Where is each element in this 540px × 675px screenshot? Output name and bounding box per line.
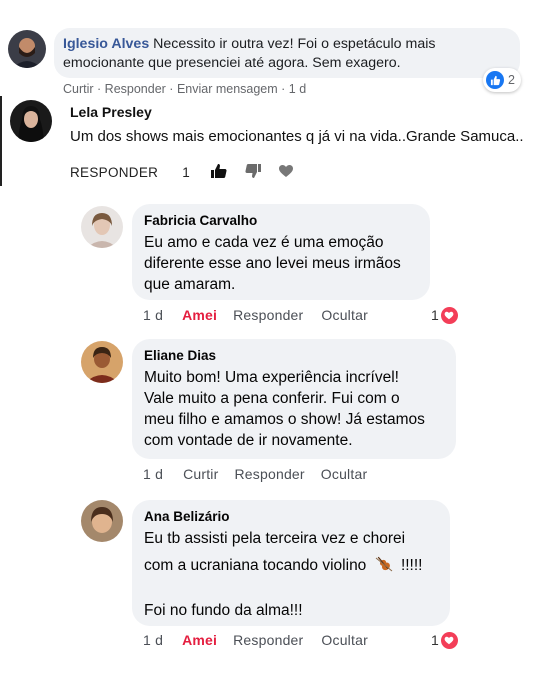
reply-line: Foi no fundo da alma!!! xyxy=(144,602,303,619)
reply-bubble: Eliane Dias Muito bom! Uma experiência i… xyxy=(132,339,456,459)
timestamp[interactable]: 1 d xyxy=(143,307,163,323)
timestamp[interactable]: 1 d xyxy=(143,466,163,482)
avatar-ana[interactable] xyxy=(81,500,123,542)
reply-line: Eu amo e cada vez é uma emoção xyxy=(144,234,384,251)
reply-exclamations: !!!!! xyxy=(400,557,423,574)
timestamp[interactable]: 1 d xyxy=(289,82,306,96)
reply-actions: 1 d Amei Responder Ocultar xyxy=(143,306,368,324)
comment-body: Um dos shows mais emocionantes q já vi n… xyxy=(70,128,524,145)
love-button[interactable]: Amei xyxy=(182,632,217,648)
reply-bubble: Ana Belizário Eu tb assisti pela terceir… xyxy=(132,500,450,626)
reaction-count: 2 xyxy=(508,73,515,87)
reply-body: Eu amo e cada vez é uma emoção diferente… xyxy=(144,232,418,295)
reaction-count: 1 xyxy=(431,307,439,323)
avatar-eliane[interactable] xyxy=(81,341,123,383)
reaction-summary[interactable]: 1 xyxy=(431,306,458,324)
reply-link[interactable]: Responder xyxy=(234,466,304,482)
reply-line: diferente esse ano levei meus irmãos xyxy=(144,255,401,272)
reply-line-with-emoji: com a ucraniana tocando violino !!!!! xyxy=(144,555,438,579)
reply-actions: 1 d Curtir Responder Ocultar xyxy=(143,465,367,483)
like-count: 1 xyxy=(182,164,190,180)
reply-author[interactable]: Fabricia Carvalho xyxy=(144,213,418,228)
send-message-link[interactable]: Enviar mensagem xyxy=(177,82,278,96)
comment-divider xyxy=(0,96,2,186)
avatar-lela[interactable] xyxy=(10,100,52,142)
comment-actions: RESPONDER 1 xyxy=(70,163,294,181)
reaction-summary[interactable]: 2 xyxy=(483,68,521,92)
reply-line: Vale muito a pena conferir. Fui com o xyxy=(144,390,400,407)
avatar-iglesio[interactable] xyxy=(8,30,46,68)
love-reaction-icon xyxy=(440,306,458,324)
hide-link[interactable]: Ocultar xyxy=(321,307,368,323)
comment-actions: Curtir · Responder · Enviar mensagem · 1… xyxy=(63,82,307,96)
like-link[interactable]: Curtir xyxy=(63,82,94,96)
comment-text: Iglesio Alves Necessito ir outra vez! Fo… xyxy=(63,35,493,73)
reply-body: Eu tb assisti pela terceira vez e chorei… xyxy=(144,528,438,621)
reply-button[interactable]: RESPONDER xyxy=(70,165,158,180)
reply-author[interactable]: Ana Belizário xyxy=(144,509,438,524)
reply-bubble: Fabricia Carvalho Eu amo e cada vez é um… xyxy=(132,204,430,300)
reaction-summary[interactable]: 1 xyxy=(431,631,458,649)
hide-link[interactable]: Ocultar xyxy=(321,632,368,648)
reply-line: com vontade de ir novamente. xyxy=(144,432,353,449)
reply-body: Muito bom! Uma experiência incrível! Val… xyxy=(144,367,444,451)
comment-author[interactable]: Lela Presley xyxy=(70,104,152,120)
timestamp[interactable]: 1 d xyxy=(143,632,163,648)
heart-icon[interactable] xyxy=(278,164,294,181)
violin-icon xyxy=(374,555,394,579)
reply-line: Muito bom! Uma experiência incrível! xyxy=(144,369,399,386)
reply-link[interactable]: Responder xyxy=(105,82,166,96)
reply-line xyxy=(144,579,438,600)
like-link[interactable]: Curtir xyxy=(183,466,218,482)
avatar-fabricia[interactable] xyxy=(81,206,123,248)
thumbs-up-icon[interactable] xyxy=(210,163,228,182)
reply-line: com a ucraniana tocando violino xyxy=(144,557,367,574)
reply-line: que amaram. xyxy=(144,276,236,293)
like-icon xyxy=(486,71,504,89)
thumbs-down-icon[interactable] xyxy=(244,163,262,182)
reply-link[interactable]: Responder xyxy=(233,632,303,648)
comment-author[interactable]: Iglesio Alves xyxy=(63,36,149,52)
reply-link[interactable]: Responder xyxy=(233,307,303,323)
love-reaction-icon xyxy=(440,631,458,649)
reply-line: Eu tb assisti pela terceira vez e chorei xyxy=(144,530,406,547)
reply-actions: 1 d Amei Responder Ocultar xyxy=(143,631,368,649)
hide-link[interactable]: Ocultar xyxy=(321,466,368,482)
reply-line: meu filho e amamos o show! Já estamos xyxy=(144,411,425,428)
love-button[interactable]: Amei xyxy=(182,307,217,323)
reply-author[interactable]: Eliane Dias xyxy=(144,348,444,363)
reaction-count: 1 xyxy=(431,632,439,648)
